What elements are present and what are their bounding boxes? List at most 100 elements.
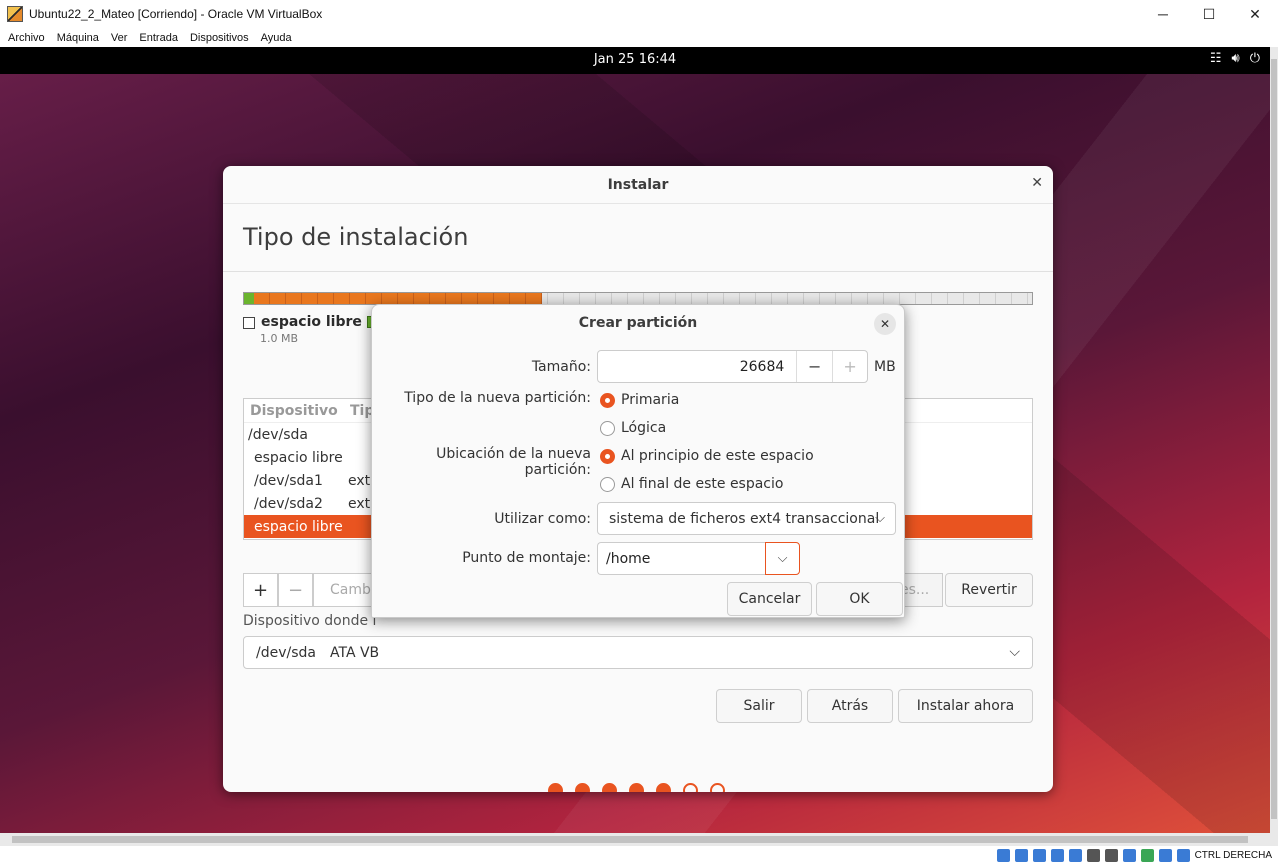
radio-unchecked-icon — [600, 476, 615, 492]
system-tray[interactable]: ☷ 🔊︎ ⏻ — [1210, 51, 1260, 66]
host-key-label: CTRL DERECHA — [1194, 850, 1272, 861]
hard-disk-icon[interactable] — [996, 849, 1010, 862]
display-icon[interactable] — [1104, 849, 1118, 862]
cpu-activity-icon[interactable] — [1140, 849, 1154, 862]
legend-name: espacio libre — [261, 314, 362, 330]
radio-primary[interactable]: Primaria — [600, 392, 679, 408]
installer-header: Instalar ✕ — [223, 166, 1053, 204]
clock[interactable]: Jan 25 16:44 — [0, 52, 1270, 67]
menu-maquina[interactable]: Máquina — [51, 32, 105, 44]
progress-dot-complete — [629, 783, 644, 792]
mouse-integration-icon[interactable] — [1158, 849, 1172, 862]
window-title: Ubuntu22_2_Mateo [Corriendo] - Oracle VM… — [29, 7, 323, 21]
horizontal-scrollbar-thumb[interactable] — [12, 836, 1248, 843]
progress-dot-complete — [602, 783, 617, 792]
virtualbox-app-icon — [7, 6, 23, 22]
maximize-button[interactable]: ☐ — [1186, 0, 1232, 28]
page-title: Tipo de instalación — [243, 223, 469, 251]
menu-entrada[interactable]: Entrada — [133, 32, 184, 44]
divider — [223, 271, 1053, 272]
mount-point-combo: ⌵ — [597, 542, 800, 575]
power-icon[interactable]: ⏻ — [1250, 51, 1260, 66]
vertical-scrollbar[interactable] — [1270, 47, 1278, 833]
menu-dispositivos[interactable]: Dispositivos — [184, 32, 255, 44]
chevron-down-icon: ⌵ — [1009, 644, 1020, 660]
add-partition-button[interactable]: + — [243, 573, 278, 607]
radio-location-end[interactable]: Al final de este espacio — [600, 476, 783, 492]
dialog-close-icon[interactable]: ✕ — [874, 313, 896, 335]
radio-primary-label: Primaria — [621, 392, 680, 408]
menu-ver[interactable]: Ver — [105, 32, 134, 44]
partition-bar-used-segment — [254, 293, 542, 304]
size-spinner: − + — [597, 350, 868, 383]
boot-loader-label: Dispositivo donde i — [243, 613, 377, 629]
recording-icon[interactable] — [1122, 849, 1136, 862]
window-controls: ─ ☐ ✕ — [1140, 0, 1278, 28]
legend-size: 1.0 MB — [260, 332, 299, 345]
radio-unchecked-icon — [600, 420, 615, 436]
progress-dot-complete — [575, 783, 590, 792]
boot-device-model: ATA VB — [329, 644, 380, 661]
use-as-select[interactable]: sistema de ficheros ext4 transaccional ⌵ — [597, 502, 896, 535]
install-now-button[interactable]: Instalar ahora — [898, 689, 1033, 723]
audio-icon[interactable] — [1032, 849, 1046, 862]
mount-point-dropdown-button[interactable]: ⌵ — [765, 542, 800, 575]
keyboard-capture-icon[interactable] — [1176, 849, 1190, 862]
shared-folders-icon[interactable] — [1086, 849, 1100, 862]
mount-point-label: Punto de montaje: — [462, 550, 591, 566]
radio-logical[interactable]: Lógica — [600, 420, 666, 436]
network-icon[interactable]: ☷ — [1210, 51, 1222, 66]
ok-button[interactable]: OK — [816, 582, 903, 616]
progress-dot-complete — [548, 783, 563, 792]
use-as-label: Utilizar como: — [494, 511, 591, 527]
usb-icon[interactable] — [1068, 849, 1082, 862]
column-header-device: Dispositivo — [250, 402, 338, 419]
optical-drive-icon[interactable] — [1014, 849, 1028, 862]
progress-dot-pending — [710, 783, 725, 792]
row-device: /dev/sda — [248, 426, 308, 443]
boot-device-select[interactable]: /dev/sda ATA VB ⌵ — [243, 636, 1033, 669]
row-device: espacio libre — [254, 518, 343, 535]
revert-button[interactable]: Revertir — [945, 573, 1033, 607]
remove-partition-button[interactable]: − — [278, 573, 313, 607]
partition-type-label: Tipo de la nueva partición: — [404, 390, 591, 406]
cancel-button[interactable]: Cancelar — [727, 582, 812, 616]
menubar: Archivo Máquina Ver Entrada Dispositivos… — [0, 28, 1278, 47]
progress-dot-complete — [656, 783, 671, 792]
size-input[interactable] — [598, 351, 798, 382]
row-device: /dev/sda2 — [254, 495, 323, 512]
minimize-button[interactable]: ─ — [1140, 0, 1186, 28]
mount-point-input[interactable] — [597, 542, 765, 575]
use-as-value: sistema de ficheros ext4 transaccional — [609, 510, 880, 527]
size-unit: MB — [874, 359, 896, 375]
create-partition-dialog: Crear partición ✕ Tamaño: − + MB Tipo de… — [371, 304, 905, 618]
partition-location-label: Ubicación de la nueva partición: — [436, 446, 591, 478]
row-device: espacio libre — [254, 449, 343, 466]
network-adapter-icon[interactable] — [1050, 849, 1064, 862]
row-device: /dev/sda1 — [254, 472, 323, 489]
radio-location-end-label: Al final de este espacio — [621, 476, 784, 492]
quit-button[interactable]: Salir — [716, 689, 802, 723]
horizontal-scrollbar[interactable] — [0, 833, 1278, 846]
size-increment-button[interactable]: + — [832, 351, 867, 382]
vertical-scrollbar-thumb[interactable] — [1271, 59, 1277, 819]
progress-dot-pending — [683, 783, 698, 792]
row-type: ext — [348, 495, 371, 512]
row-type: ext — [348, 472, 371, 489]
volume-icon[interactable]: 🔊︎ — [1232, 51, 1240, 66]
size-decrement-button[interactable]: − — [797, 351, 832, 382]
installer-close-icon[interactable]: ✕ — [1031, 175, 1043, 191]
progress-dots — [548, 783, 725, 792]
size-label: Tamaño: — [531, 359, 591, 375]
chevron-down-icon: ⌵ — [875, 511, 885, 526]
gnome-top-bar: Jan 25 16:44 ☷ 🔊︎ ⏻ — [0, 47, 1270, 74]
boot-device-value: /dev/sda — [256, 644, 316, 661]
radio-logical-label: Lógica — [621, 420, 667, 436]
menu-ayuda[interactable]: Ayuda — [255, 32, 298, 44]
radio-checked-icon — [600, 448, 615, 464]
close-window-button[interactable]: ✕ — [1232, 0, 1278, 28]
vbox-status-bar: CTRL DERECHA — [0, 846, 1278, 865]
menu-archivo[interactable]: Archivo — [2, 32, 51, 44]
radio-location-start[interactable]: Al principio de este espacio — [600, 448, 814, 464]
back-button[interactable]: Atrás — [807, 689, 893, 723]
